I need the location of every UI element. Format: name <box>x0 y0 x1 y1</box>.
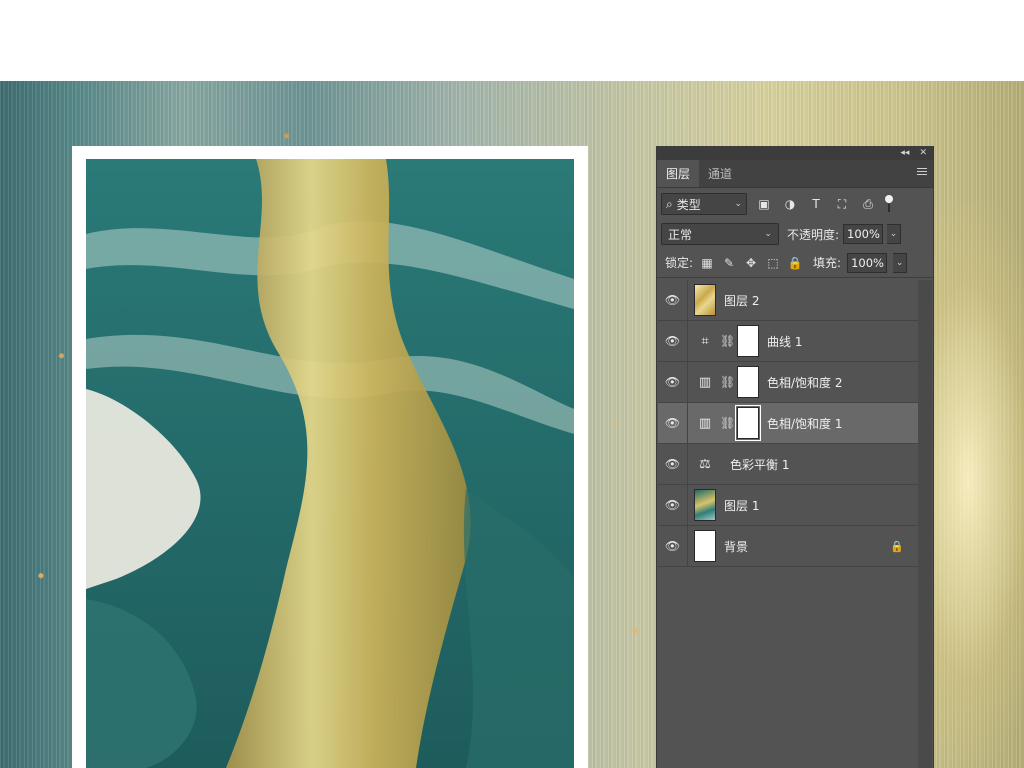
mask-link-icon[interactable]: ⛓ <box>720 375 735 389</box>
blend-opacity-row: 正常 ⌄ 不透明度: 100% ⌄ <box>657 220 933 248</box>
layers-panel: ◂◂ ✕ 图层 通道 ⌕ 类型 ⌄ ▣ ◑ T ⛶ ⎙ 正常 ⌄ 不透明度: 1… <box>656 146 934 768</box>
filter-toggle-switch[interactable] <box>885 195 893 213</box>
opacity-dropdown-icon[interactable]: ⌄ <box>887 224 902 244</box>
layer-filter-row: ⌕ 类型 ⌄ ▣ ◑ T ⛶ ⎙ <box>657 188 933 220</box>
layer-name: 色相/饱和度 1 <box>767 416 843 431</box>
mask-link-icon[interactable]: ⛓ <box>720 334 735 348</box>
close-icon[interactable]: ✕ <box>919 148 927 158</box>
lock-position-icon[interactable]: ✥ <box>743 255 759 271</box>
layer-row[interactable]: 👁 ⌗ ⛓ 曲线 1 <box>658 320 918 362</box>
layer-name: 图层 1 <box>724 498 760 513</box>
layer-row[interactable]: 👁 图层 2 <box>658 279 918 321</box>
curves-icon: ⌗ <box>701 333 709 349</box>
layer-name: 色相/饱和度 2 <box>767 375 843 390</box>
chevron-down-icon: ⌄ <box>734 199 742 209</box>
visibility-eye-icon[interactable]: 👁 <box>658 443 688 485</box>
layers-scrollbar[interactable] <box>918 280 932 768</box>
opacity-input[interactable]: 100% <box>843 224 884 244</box>
opacity-label: 不透明度: <box>787 227 840 242</box>
lock-fill-row: 锁定: ▦ ✎ ✥ ⬚ 🔒 填充: 100% ⌄ <box>657 248 933 278</box>
smart-object-filter-icon[interactable]: ⎙ <box>859 195 877 213</box>
visibility-eye-icon[interactable]: 👁 <box>658 484 688 526</box>
lock-transparent-icon[interactable]: ▦ <box>699 255 715 271</box>
visibility-eye-icon[interactable]: 👁 <box>658 279 688 321</box>
adjustment-filter-icon[interactable]: ◑ <box>781 195 799 213</box>
layer-name: 曲线 1 <box>767 334 803 349</box>
search-icon: ⌕ <box>666 196 673 211</box>
layer-list: 👁 图层 2 👁 ⌗ ⛓ 曲线 1 👁 ▥ ⛓ 色相/饱和度 2 👁 ▥ ⛓ 色… <box>658 279 918 567</box>
visibility-eye-icon[interactable]: 👁 <box>658 320 688 362</box>
poster-artwork <box>86 159 574 768</box>
toggle-knob-icon <box>885 195 893 203</box>
panel-tabs: 图层 通道 <box>657 160 933 188</box>
panel-titlebar: ◂◂ ✕ <box>657 146 933 160</box>
type-filter-icon[interactable]: T <box>807 195 825 213</box>
fill-input[interactable]: 100% <box>847 252 888 273</box>
blend-mode-value: 正常 <box>668 227 693 242</box>
layer-mask-thumbnail[interactable] <box>737 366 759 398</box>
marble-artwork-image <box>86 159 574 768</box>
hue-saturation-icon: ▥ <box>698 374 712 390</box>
tab-layers[interactable]: 图层 <box>657 160 700 187</box>
layer-mask-thumbnail[interactable] <box>735 405 761 441</box>
shape-filter-icon[interactable]: ⛶ <box>833 195 851 213</box>
layer-thumbnail <box>694 284 716 316</box>
lock-all-icon[interactable]: 🔒 <box>787 255 803 271</box>
toggle-stem-icon <box>888 204 890 212</box>
layer-row[interactable]: 👁 图层 1 <box>658 484 918 526</box>
layer-row[interactable]: 👁 ⚖ 色彩平衡 1 <box>658 443 918 485</box>
tab-channels[interactable]: 通道 <box>699 160 741 187</box>
layer-row-background[interactable]: 👁 背景 🔒 <box>658 525 918 567</box>
lock-icon: 🔒 <box>890 539 904 553</box>
filter-kind-label: 类型 <box>676 197 701 212</box>
visibility-eye-icon[interactable]: 👁 <box>658 361 688 403</box>
filter-kind-select[interactable]: ⌕ 类型 ⌄ <box>661 193 747 215</box>
color-balance-icon: ⚖ <box>699 456 711 472</box>
mask-link-icon[interactable]: ⛓ <box>720 416 735 430</box>
lock-artboard-icon[interactable]: ⬚ <box>765 255 781 271</box>
watermark: ▦▦▦ <box>179 0 255 65</box>
lock-label: 锁定: <box>665 256 694 270</box>
fill-dropdown-icon[interactable]: ⌄ <box>893 252 908 273</box>
layer-thumbnail <box>694 530 716 562</box>
image-filter-icon[interactable]: ▣ <box>755 195 773 213</box>
layer-row[interactable]: 👁 ▥ ⛓ 色相/饱和度 2 <box>658 361 918 403</box>
hue-saturation-icon: ▥ <box>698 415 712 431</box>
layer-mask-thumbnail[interactable] <box>737 325 759 357</box>
visibility-eye-icon[interactable]: 👁 <box>658 525 688 567</box>
layer-name: 色彩平衡 1 <box>730 457 790 472</box>
layer-name: 图层 2 <box>724 293 760 308</box>
layer-row-selected[interactable]: 👁 ▥ ⛓ 色相/饱和度 1 <box>658 402 918 444</box>
blend-mode-select[interactable]: 正常 ⌄ <box>661 223 779 245</box>
visibility-eye-icon[interactable]: 👁 <box>658 402 688 444</box>
layer-name: 背景 <box>724 539 749 554</box>
lock-pixels-icon[interactable]: ✎ <box>721 255 737 271</box>
chevron-down-icon: ⌄ <box>764 229 772 239</box>
watermark: ▦▦▦ <box>599 10 675 75</box>
panel-menu-icon[interactable] <box>917 168 927 177</box>
fill-label: 填充: <box>813 256 842 270</box>
layer-thumbnail <box>694 489 716 521</box>
collapse-icon[interactable]: ◂◂ <box>900 148 909 158</box>
